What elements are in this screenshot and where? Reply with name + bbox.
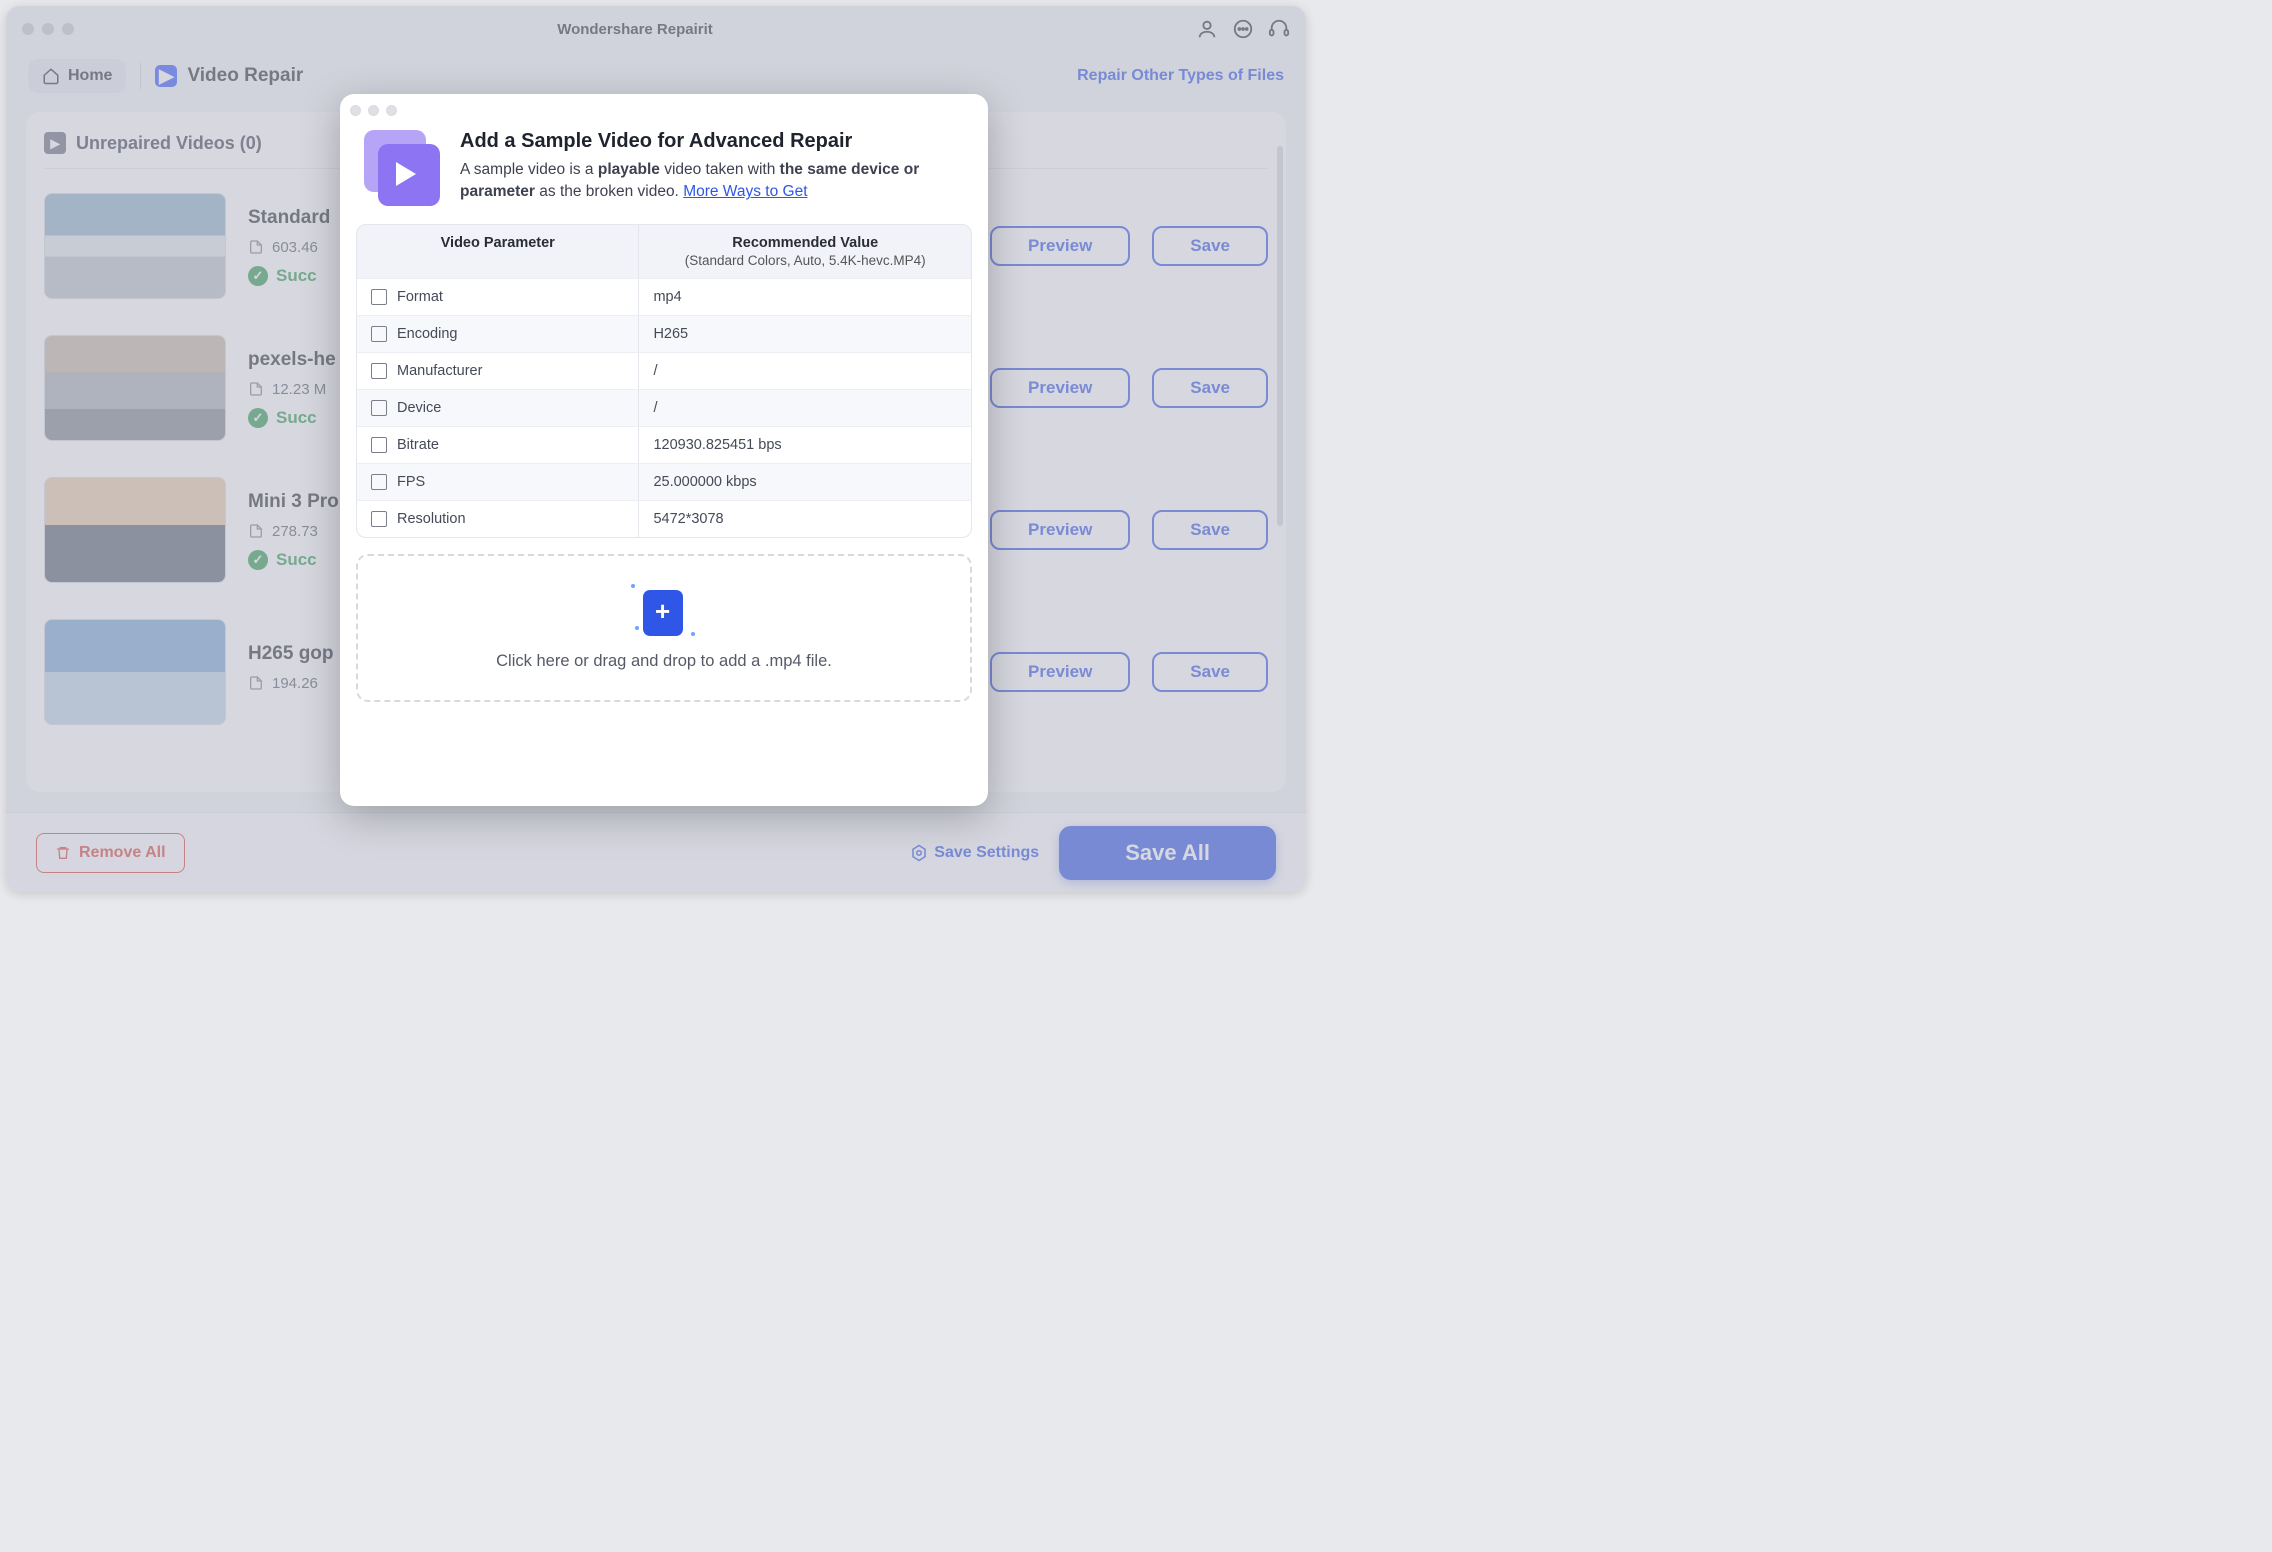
more-ways-link[interactable]: More Ways to Get: [683, 183, 807, 200]
table-row: Bitrate 120930.825451 bps: [357, 426, 971, 463]
main-window: Wondershare Repairit Home ▶ Video Repair…: [6, 6, 1306, 892]
table-row: FPS 25.000000 kbps: [357, 463, 971, 500]
param-label: FPS: [397, 474, 425, 490]
param-label: Manufacturer: [397, 363, 482, 379]
param-icon: [371, 400, 387, 416]
param-icon: [371, 474, 387, 490]
param-icon: [371, 437, 387, 453]
param-label: Bitrate: [397, 437, 439, 453]
param-label: Encoding: [397, 326, 457, 342]
param-label: Device: [397, 400, 441, 416]
param-value: 5472*3078: [639, 501, 971, 537]
modal-title: Add a Sample Video for Advanced Repair: [460, 130, 964, 153]
table-row: Format mp4: [357, 278, 971, 315]
table-row: Encoding H265: [357, 315, 971, 352]
dropzone[interactable]: Click here or drag and drop to add a .mp…: [356, 554, 972, 702]
param-icon: [371, 326, 387, 342]
param-icon: [371, 289, 387, 305]
param-label: Format: [397, 289, 443, 305]
table-head-value: Recommended Value (Standard Colors, Auto…: [639, 225, 971, 278]
table-row: Device /: [357, 389, 971, 426]
param-icon: [371, 511, 387, 527]
param-icon: [371, 363, 387, 379]
table-row: Manufacturer /: [357, 352, 971, 389]
dropzone-label: Click here or drag and drop to add a .mp…: [496, 652, 832, 671]
table-row: Resolution 5472*3078: [357, 500, 971, 537]
param-value: 25.000000 kbps: [639, 464, 971, 500]
sample-video-icon: [364, 130, 442, 208]
param-value: /: [639, 353, 971, 389]
table-head-parameter: Video Parameter: [357, 225, 639, 278]
modal-description: A sample video is a playable video taken…: [460, 159, 964, 204]
parameter-table: Video Parameter Recommended Value (Stand…: [356, 224, 972, 538]
advanced-repair-modal: Add a Sample Video for Advanced Repair A…: [340, 94, 988, 806]
param-value: H265: [639, 316, 971, 352]
add-file-icon: [637, 586, 691, 640]
param-value: mp4: [639, 279, 971, 315]
modal-window-controls[interactable]: [340, 94, 988, 126]
param-value: /: [639, 390, 971, 426]
param-label: Resolution: [397, 511, 466, 527]
param-value: 120930.825451 bps: [639, 427, 971, 463]
